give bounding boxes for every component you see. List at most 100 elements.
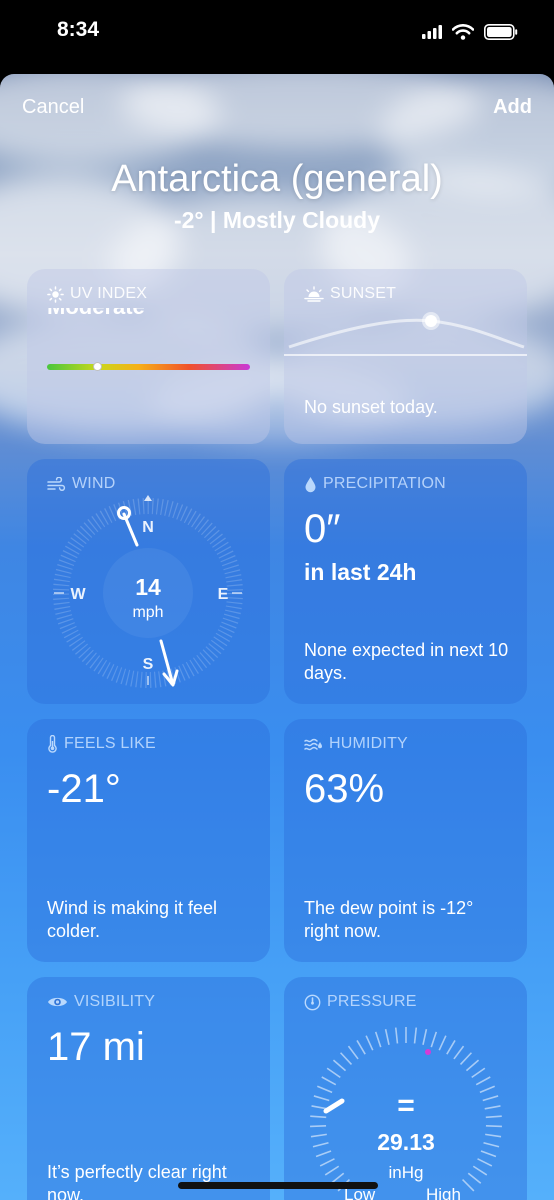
compass-w-label: W — [70, 586, 86, 603]
pressure-gauge-tick — [312, 1142, 329, 1148]
humidity-card[interactable]: HUMIDITY 63% The dew point is -12° right… — [284, 719, 527, 962]
uv-index-header: UV INDEX — [47, 285, 147, 303]
compass-n-label: N — [142, 519, 154, 536]
pressure-gauge-tick — [430, 1031, 438, 1048]
pressure-gauge-tick — [374, 1031, 382, 1048]
pressure-gauge-tick — [453, 1045, 465, 1060]
humidity-header: HUMIDITY — [304, 735, 408, 753]
pressure-gauge-tick — [422, 1029, 428, 1045]
pressure-gauge-tick — [384, 1029, 390, 1045]
pressure-gauge-tick — [446, 1040, 456, 1055]
humidity-icon — [304, 738, 322, 750]
status-time: 8:34 — [57, 18, 100, 41]
pressure-gauge-tick — [459, 1052, 473, 1065]
status-icons — [422, 22, 518, 42]
precipitation-period: in last 24h — [304, 559, 417, 585]
cellular-signal-icon — [422, 25, 442, 39]
pressure-trend: = — [397, 1089, 415, 1122]
gauge-icon — [304, 994, 321, 1010]
pressure-gauge-tick — [477, 1158, 493, 1167]
pressure-gauge-tick — [479, 1085, 495, 1094]
visibility-note: It’s perfectly clear right now. — [47, 1162, 227, 1200]
pressure-gauge-tick — [394, 1027, 399, 1044]
pressure-gauge-tick — [485, 1115, 502, 1119]
add-location-sheet: Cancel Add Antarctica (general) -2° | Mo… — [0, 74, 554, 1200]
pressure-gauge-tick — [356, 1040, 366, 1055]
battery-icon — [484, 24, 518, 40]
pressure-gauge-tick — [365, 1035, 374, 1051]
pressure-high-text: High — [426, 1185, 461, 1200]
pressure-gauge-tick — [483, 1142, 500, 1148]
pressure-header: PRESSURE — [304, 993, 417, 1011]
humidity-note: The dew point is -12° right now. — [304, 898, 474, 941]
uv-level-marker — [93, 362, 103, 371]
compass-e-label: E — [218, 586, 229, 603]
pressure-gauge-tick — [315, 1150, 332, 1158]
raindrop-icon — [305, 476, 316, 492]
pressure-gauge-tick — [465, 1059, 480, 1072]
feels-like-label: FEELS LIKE — [64, 735, 156, 752]
status-bar: 8:34 — [0, 0, 554, 70]
feels-like-header: FEELS LIKE — [47, 735, 156, 753]
sunset-header: SUNSET — [304, 285, 396, 303]
pressure-gauge-tick — [347, 1045, 359, 1060]
compass-s-label: S — [143, 656, 154, 673]
location-title: Antarctica (general) — [111, 158, 443, 200]
location-summary: -2° | Mostly Cloudy — [173, 207, 381, 233]
pressure-gauge-tick — [310, 1125, 327, 1128]
uv-scale-bar — [47, 362, 250, 371]
sunset-note: No sunset today. — [304, 397, 438, 417]
sunset-label: SUNSET — [330, 285, 397, 302]
visibility-card[interactable]: VISIBILITY 17 mi It’s perfectly clear ri… — [27, 977, 270, 1200]
feels-like-card[interactable]: FEELS LIKE -21° Wind is making it feel c… — [27, 719, 270, 962]
pressure-gauge-tick — [471, 1067, 486, 1079]
pressure-gauge-tick — [310, 1133, 327, 1138]
pressure-gauge-tick — [438, 1035, 447, 1051]
uv-index-label: UV INDEX — [70, 285, 148, 302]
sunset-icon — [304, 286, 324, 302]
sunset-card[interactable]: SUNSET No sunset today. — [284, 269, 527, 444]
pressure-gauge-tick — [310, 1115, 327, 1119]
wind-card[interactable]: WIND N W E S 14 mph — [27, 459, 270, 704]
pressure-gauge-tick — [485, 1125, 502, 1128]
humidity-value: 63% — [304, 767, 385, 811]
feels-like-note: Wind is making it feel colder. — [47, 898, 218, 941]
pressure-gauge-tick — [317, 1085, 333, 1094]
wind-speed: 14 — [135, 574, 161, 600]
pressure-gauge-tick — [339, 1052, 353, 1065]
pressure-value: 29.13 — [377, 1129, 435, 1155]
wind-unit: mph — [132, 604, 163, 621]
pressure-gauge-tick — [313, 1095, 330, 1102]
sun-path-graph — [284, 312, 527, 356]
sun-icon — [47, 285, 64, 303]
wifi-icon — [452, 24, 474, 40]
visibility-label: VISIBILITY — [74, 993, 156, 1010]
wind-compass: N W E S 14 mph — [53, 495, 243, 688]
pressure-card[interactable]: PRESSURE = 29.13 inHg Low High Low High — [284, 977, 527, 1200]
uv-index-card[interactable]: UV INDEX Moderate — [27, 269, 270, 444]
uv-level-text: Moderate — [47, 308, 247, 316]
thermometer-icon — [48, 735, 57, 753]
precipitation-header: PRECIPITATION — [304, 475, 446, 493]
visibility-header: VISIBILITY — [47, 993, 155, 1011]
cancel-button[interactable]: Cancel — [22, 96, 84, 119]
pressure-gauge-tick — [319, 1158, 335, 1167]
feels-like-value: -21° — [47, 767, 121, 811]
pressure-gauge-tick — [485, 1133, 502, 1138]
precipitation-value: 0″ — [304, 507, 341, 551]
precipitation-card[interactable]: PRECIPITATION 0″ in last 24h None expect… — [284, 459, 527, 704]
add-button[interactable]: Add — [493, 96, 532, 119]
pressure-gauge-tick — [321, 1076, 337, 1086]
pressure-gauge-tick — [413, 1027, 418, 1044]
precipitation-label: PRECIPITATION — [323, 475, 446, 492]
precipitation-note: None expected in next 10 days. — [304, 640, 509, 683]
humidity-label: HUMIDITY — [329, 735, 408, 752]
pressure-gauge-tick — [332, 1059, 347, 1072]
home-indicator[interactable] — [178, 1182, 378, 1189]
pressure-gauge-tick — [482, 1095, 499, 1102]
pressure-gauge-tick — [484, 1105, 501, 1110]
pressure-gauge-tick — [326, 1067, 341, 1079]
pressure-label: PRESSURE — [327, 993, 417, 1010]
pressure-gauge-tick — [480, 1150, 497, 1158]
eye-icon — [48, 997, 67, 1007]
